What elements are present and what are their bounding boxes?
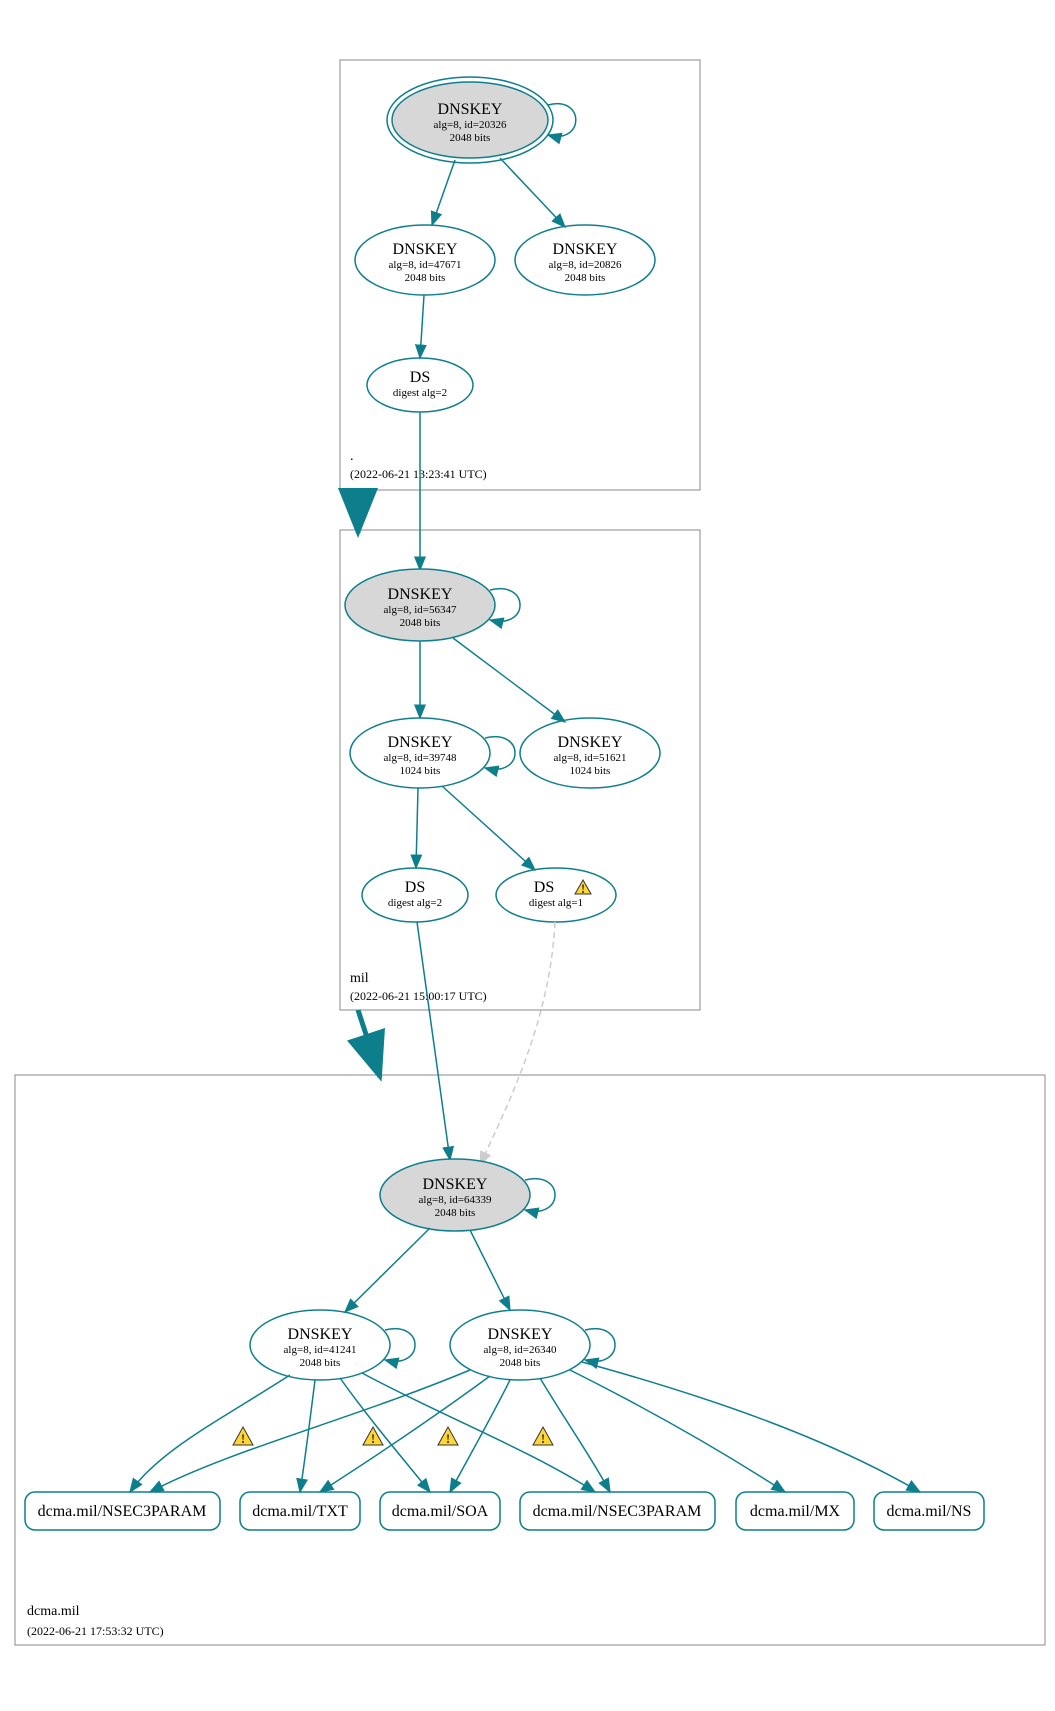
record-txt[interactable]: dcma.mil/TXT xyxy=(240,1492,360,1530)
svg-text:2048 bits: 2048 bits xyxy=(565,272,606,284)
edge-dcma-ksk-zsk1 xyxy=(345,1228,430,1312)
svg-text:dcma.mil/NS: dcma.mil/NS xyxy=(887,1503,972,1520)
svg-text:DNSKEY: DNSKEY xyxy=(438,101,503,118)
node-root-ksk[interactable]: DNSKEY alg=8, id=20326 2048 bits xyxy=(387,77,553,163)
svg-text:2048 bits: 2048 bits xyxy=(500,1357,541,1369)
svg-text:2048 bits: 2048 bits xyxy=(435,1207,476,1219)
svg-text:digest alg=1: digest alg=1 xyxy=(529,897,583,909)
svg-text:alg=8, id=64339: alg=8, id=64339 xyxy=(419,1194,492,1206)
svg-text:1024 bits: 1024 bits xyxy=(400,765,441,777)
edge-zsk1-r4 xyxy=(362,1373,595,1492)
svg-text:2048 bits: 2048 bits xyxy=(300,1357,341,1369)
node-dcma-zsk1[interactable]: DNSKEY alg=8, id=41241 2048 bits xyxy=(250,1310,390,1380)
svg-text:!: ! xyxy=(241,1431,245,1446)
node-mil-ksk[interactable]: DNSKEY alg=8, id=56347 2048 bits xyxy=(345,569,495,641)
svg-text:alg=8, id=41241: alg=8, id=41241 xyxy=(284,1344,357,1356)
edge-dcma-ksk-zsk2 xyxy=(470,1230,510,1310)
svg-text:dcma.mil/NSEC3PARAM: dcma.mil/NSEC3PARAM xyxy=(533,1503,702,1520)
svg-text:dcma.mil/NSEC3PARAM: dcma.mil/NSEC3PARAM xyxy=(38,1503,207,1520)
edge-zsk2-r5 xyxy=(570,1370,785,1492)
edge-mil-to-dcma-zone xyxy=(358,1010,380,1077)
svg-text:DNSKEY: DNSKEY xyxy=(388,586,453,603)
svg-text:alg=8, id=47671: alg=8, id=47671 xyxy=(389,259,462,271)
node-root-standby[interactable]: DNSKEY alg=8, id=20826 2048 bits xyxy=(515,225,655,295)
zone-root-timestamp: (2022-06-21 13:23:41 UTC) xyxy=(350,467,487,481)
node-mil-ds2[interactable]: DS digest alg=1 ! xyxy=(496,868,616,922)
edge-zsk2-r2 xyxy=(320,1376,490,1492)
node-dcma-ksk[interactable]: DNSKEY alg=8, id=64339 2048 bits xyxy=(380,1159,530,1231)
edge-root-ksk-self xyxy=(548,104,576,137)
svg-text:DNSKEY: DNSKEY xyxy=(488,1326,553,1343)
record-nsec3param-2[interactable]: dcma.mil/NSEC3PARAM xyxy=(520,1492,715,1530)
svg-text:DNSKEY: DNSKEY xyxy=(558,734,623,751)
edge-mil-ds1-dcma-ksk xyxy=(417,922,450,1160)
node-mil-zsk[interactable]: DNSKEY alg=8, id=39748 1024 bits xyxy=(350,718,490,788)
edge-root-ksk-zsk xyxy=(432,160,455,225)
edge-mil-zsk-ds1 xyxy=(416,788,418,868)
svg-text:alg=8, id=51621: alg=8, id=51621 xyxy=(554,752,627,764)
edge-zsk2-r1 xyxy=(150,1370,470,1492)
node-root-ds[interactable]: DS digest alg=2 xyxy=(367,358,473,412)
edge-mil-ds2-dcma-ksk xyxy=(480,922,555,1165)
svg-text:DNSKEY: DNSKEY xyxy=(288,1326,353,1343)
svg-text:DNSKEY: DNSKEY xyxy=(393,241,458,258)
svg-text:dcma.mil/TXT: dcma.mil/TXT xyxy=(252,1503,348,1520)
edge-zsk2-r6 xyxy=(582,1362,920,1492)
svg-text:alg=8, id=56347: alg=8, id=56347 xyxy=(384,604,457,616)
svg-text:!: ! xyxy=(446,1431,450,1446)
svg-text:2048 bits: 2048 bits xyxy=(405,272,446,284)
edge-root-zsk-ds xyxy=(420,295,424,358)
warning-icon: ! xyxy=(438,1427,458,1446)
svg-text:DS: DS xyxy=(405,879,425,896)
zone-dcma-label: dcma.mil xyxy=(27,1604,80,1619)
record-soa[interactable]: dcma.mil/SOA xyxy=(380,1492,500,1530)
svg-text:!: ! xyxy=(541,1431,545,1446)
record-nsec3param-1[interactable]: dcma.mil/NSEC3PARAM xyxy=(25,1492,220,1530)
svg-text:dcma.mil/MX: dcma.mil/MX xyxy=(750,1503,841,1520)
warning-icon: ! xyxy=(233,1427,253,1446)
svg-text:!: ! xyxy=(581,881,585,896)
edge-mil-ksk-standby xyxy=(453,638,565,722)
node-mil-ds1[interactable]: DS digest alg=2 xyxy=(362,868,468,922)
edge-zsk1-r1 xyxy=(130,1375,290,1492)
dnssec-graph: . (2022-06-21 13:23:41 UTC) DNSKEY alg=8… xyxy=(0,0,1055,1711)
svg-text:1024 bits: 1024 bits xyxy=(570,765,611,777)
svg-text:DNSKEY: DNSKEY xyxy=(423,1176,488,1193)
edge-zsk1-r2 xyxy=(300,1380,315,1492)
svg-text:DS: DS xyxy=(534,879,554,896)
svg-text:digest alg=2: digest alg=2 xyxy=(388,897,442,909)
record-ns[interactable]: dcma.mil/NS xyxy=(874,1492,984,1530)
svg-text:dcma.mil/SOA: dcma.mil/SOA xyxy=(392,1503,489,1520)
svg-text:digest alg=2: digest alg=2 xyxy=(393,387,447,399)
svg-text:2048 bits: 2048 bits xyxy=(400,617,441,629)
edge-mil-zsk-ds2 xyxy=(442,786,535,870)
edge-root-ksk-standby xyxy=(500,158,565,227)
zone-mil-timestamp: (2022-06-21 15:00:17 UTC) xyxy=(350,989,487,1003)
svg-text:DS: DS xyxy=(410,369,430,386)
svg-text:DNSKEY: DNSKEY xyxy=(553,241,618,258)
warning-icon: ! xyxy=(533,1427,553,1446)
edge-zsk2-r3 xyxy=(450,1380,510,1492)
svg-text:alg=8, id=26340: alg=8, id=26340 xyxy=(484,1344,557,1356)
zone-root-label: . xyxy=(350,449,354,464)
node-dcma-zsk2[interactable]: DNSKEY alg=8, id=26340 2048 bits xyxy=(450,1310,590,1380)
svg-text:2048 bits: 2048 bits xyxy=(450,132,491,144)
zone-mil-label: mil xyxy=(350,971,369,986)
node-mil-standby[interactable]: DNSKEY alg=8, id=51621 1024 bits xyxy=(520,718,660,788)
svg-text:alg=8, id=20826: alg=8, id=20826 xyxy=(549,259,622,271)
svg-text:!: ! xyxy=(371,1431,375,1446)
edge-zsk2-r4 xyxy=(540,1378,610,1492)
zone-dcma-timestamp: (2022-06-21 17:53:32 UTC) xyxy=(27,1624,164,1638)
svg-text:alg=8, id=39748: alg=8, id=39748 xyxy=(384,752,457,764)
edge-zsk1-r3 xyxy=(340,1378,430,1492)
svg-text:DNSKEY: DNSKEY xyxy=(388,734,453,751)
node-root-zsk[interactable]: DNSKEY alg=8, id=47671 2048 bits xyxy=(355,225,495,295)
record-mx[interactable]: dcma.mil/MX xyxy=(736,1492,854,1530)
svg-text:alg=8, id=20326: alg=8, id=20326 xyxy=(434,119,507,131)
